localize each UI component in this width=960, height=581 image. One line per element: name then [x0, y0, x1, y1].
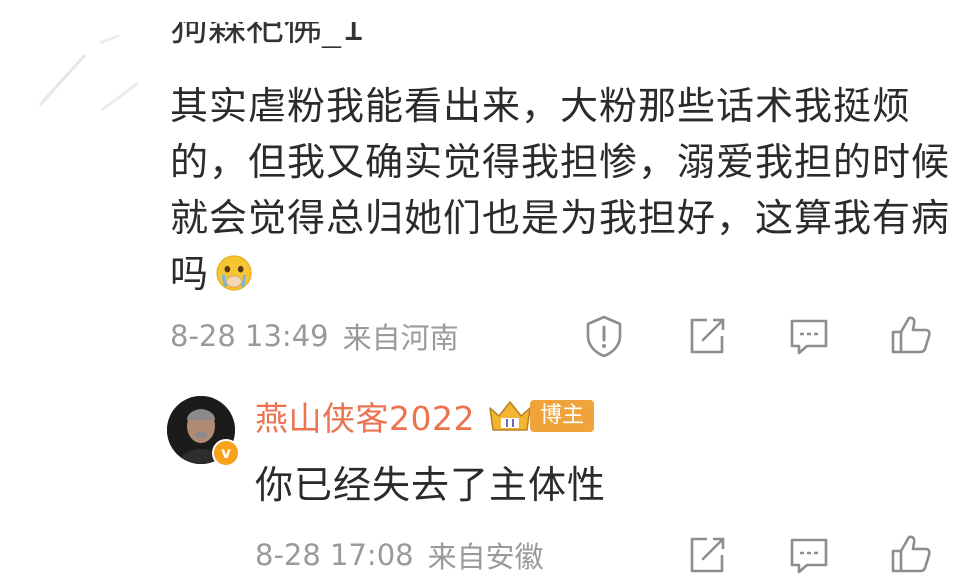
- decorative-lines: [38, 35, 139, 112]
- crying-face-emoji-icon: [215, 251, 253, 291]
- comment-icon[interactable]: [787, 533, 831, 577]
- comment-meta: 8-28 13:49 来自河南: [170, 314, 459, 358]
- verified-badge-icon: v: [212, 439, 240, 467]
- host-badge: 博主: [530, 400, 595, 432]
- comment-date: 8-28 13:49: [170, 319, 329, 353]
- reply-text: 你已经失去了主体性: [255, 463, 607, 507]
- like-icon[interactable]: [889, 312, 933, 356]
- reply-username[interactable]: 燕山侠客2022: [255, 392, 475, 440]
- share-icon[interactable]: [685, 314, 729, 358]
- comment-text: 其实虐粉我能看出来，大粉那些话术我挺烦的，但我又确实觉得我担惨，溺爱我担的时候就…: [170, 78, 950, 302]
- reply-location: 来自安徽: [427, 540, 544, 574]
- crown-icon: [489, 401, 531, 431]
- comment-location: 来自河南: [342, 321, 459, 355]
- share-icon[interactable]: [685, 533, 729, 577]
- comment-body: 其实虐粉我能看出来，大粉那些话术我挺烦的，但我又确实觉得我担惨，溺爱我担的时候就…: [170, 84, 951, 296]
- reply-date: 8-28 17:08: [255, 538, 414, 572]
- comment-username[interactable]: 狗森祀佛_1: [170, 22, 365, 48]
- report-icon[interactable]: [582, 314, 626, 358]
- reply-meta: 8-28 17:08 来自安徽: [255, 533, 544, 577]
- comment-icon[interactable]: [787, 314, 831, 358]
- like-icon[interactable]: [889, 531, 933, 575]
